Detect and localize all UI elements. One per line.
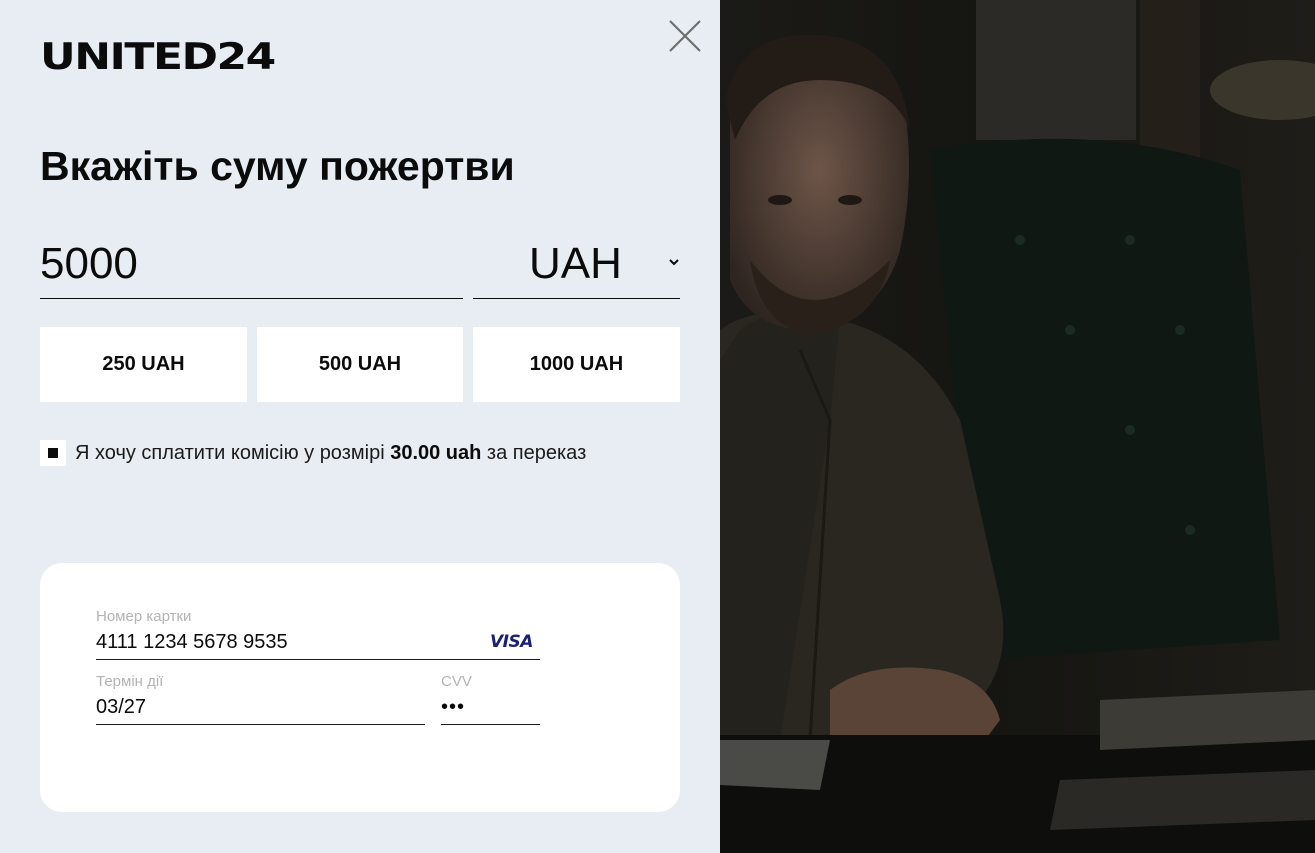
preset-250-button[interactable]: 250 UAH: [40, 327, 247, 402]
card-number-input[interactable]: 4111 1234 5678 9535: [96, 630, 288, 654]
visa-icon: VISA: [490, 632, 533, 652]
expiry-input[interactable]: 03/27: [96, 695, 146, 719]
close-button[interactable]: [664, 15, 706, 57]
expiry-underline: [96, 724, 425, 725]
card-number-label: Номер картки: [96, 608, 192, 625]
fee-text-after: за переказ: [481, 442, 587, 464]
chevron-down-icon: [669, 259, 679, 266]
fee-checkbox[interactable]: [40, 440, 66, 466]
expiry-label: Термін дії: [96, 673, 164, 690]
hero-photo: [720, 0, 1315, 853]
hero-photo-illustration: [720, 0, 1315, 853]
donation-panel: UNITED24 Вкажіть суму пожертви 5000 UAH …: [0, 0, 720, 853]
cvv-input[interactable]: •••: [441, 695, 465, 719]
fee-amount: 30.00 uah: [390, 442, 482, 464]
cvv-label: CVV: [441, 673, 472, 690]
amount-value: 5000: [40, 239, 138, 288]
fee-label: Я хочу сплатити комісію у розмірі 30.00 …: [75, 437, 635, 470]
card-number-underline: [96, 659, 540, 660]
amount-input[interactable]: 5000: [40, 232, 463, 299]
preset-500-button[interactable]: 500 UAH: [257, 327, 463, 402]
united24-logo: UNITED24: [40, 36, 276, 79]
preset-1000-button[interactable]: 1000 UAH: [473, 327, 680, 402]
currency-value: UAH: [529, 239, 622, 288]
currency-select[interactable]: UAH: [473, 232, 680, 299]
page-title: Вкажіть суму пожертви: [40, 143, 515, 189]
fee-text-before: Я хочу сплатити комісію у розмірі: [75, 442, 391, 464]
close-icon: [669, 20, 701, 52]
checkbox-checked-icon: [48, 448, 58, 458]
cvv-underline: [441, 724, 540, 725]
